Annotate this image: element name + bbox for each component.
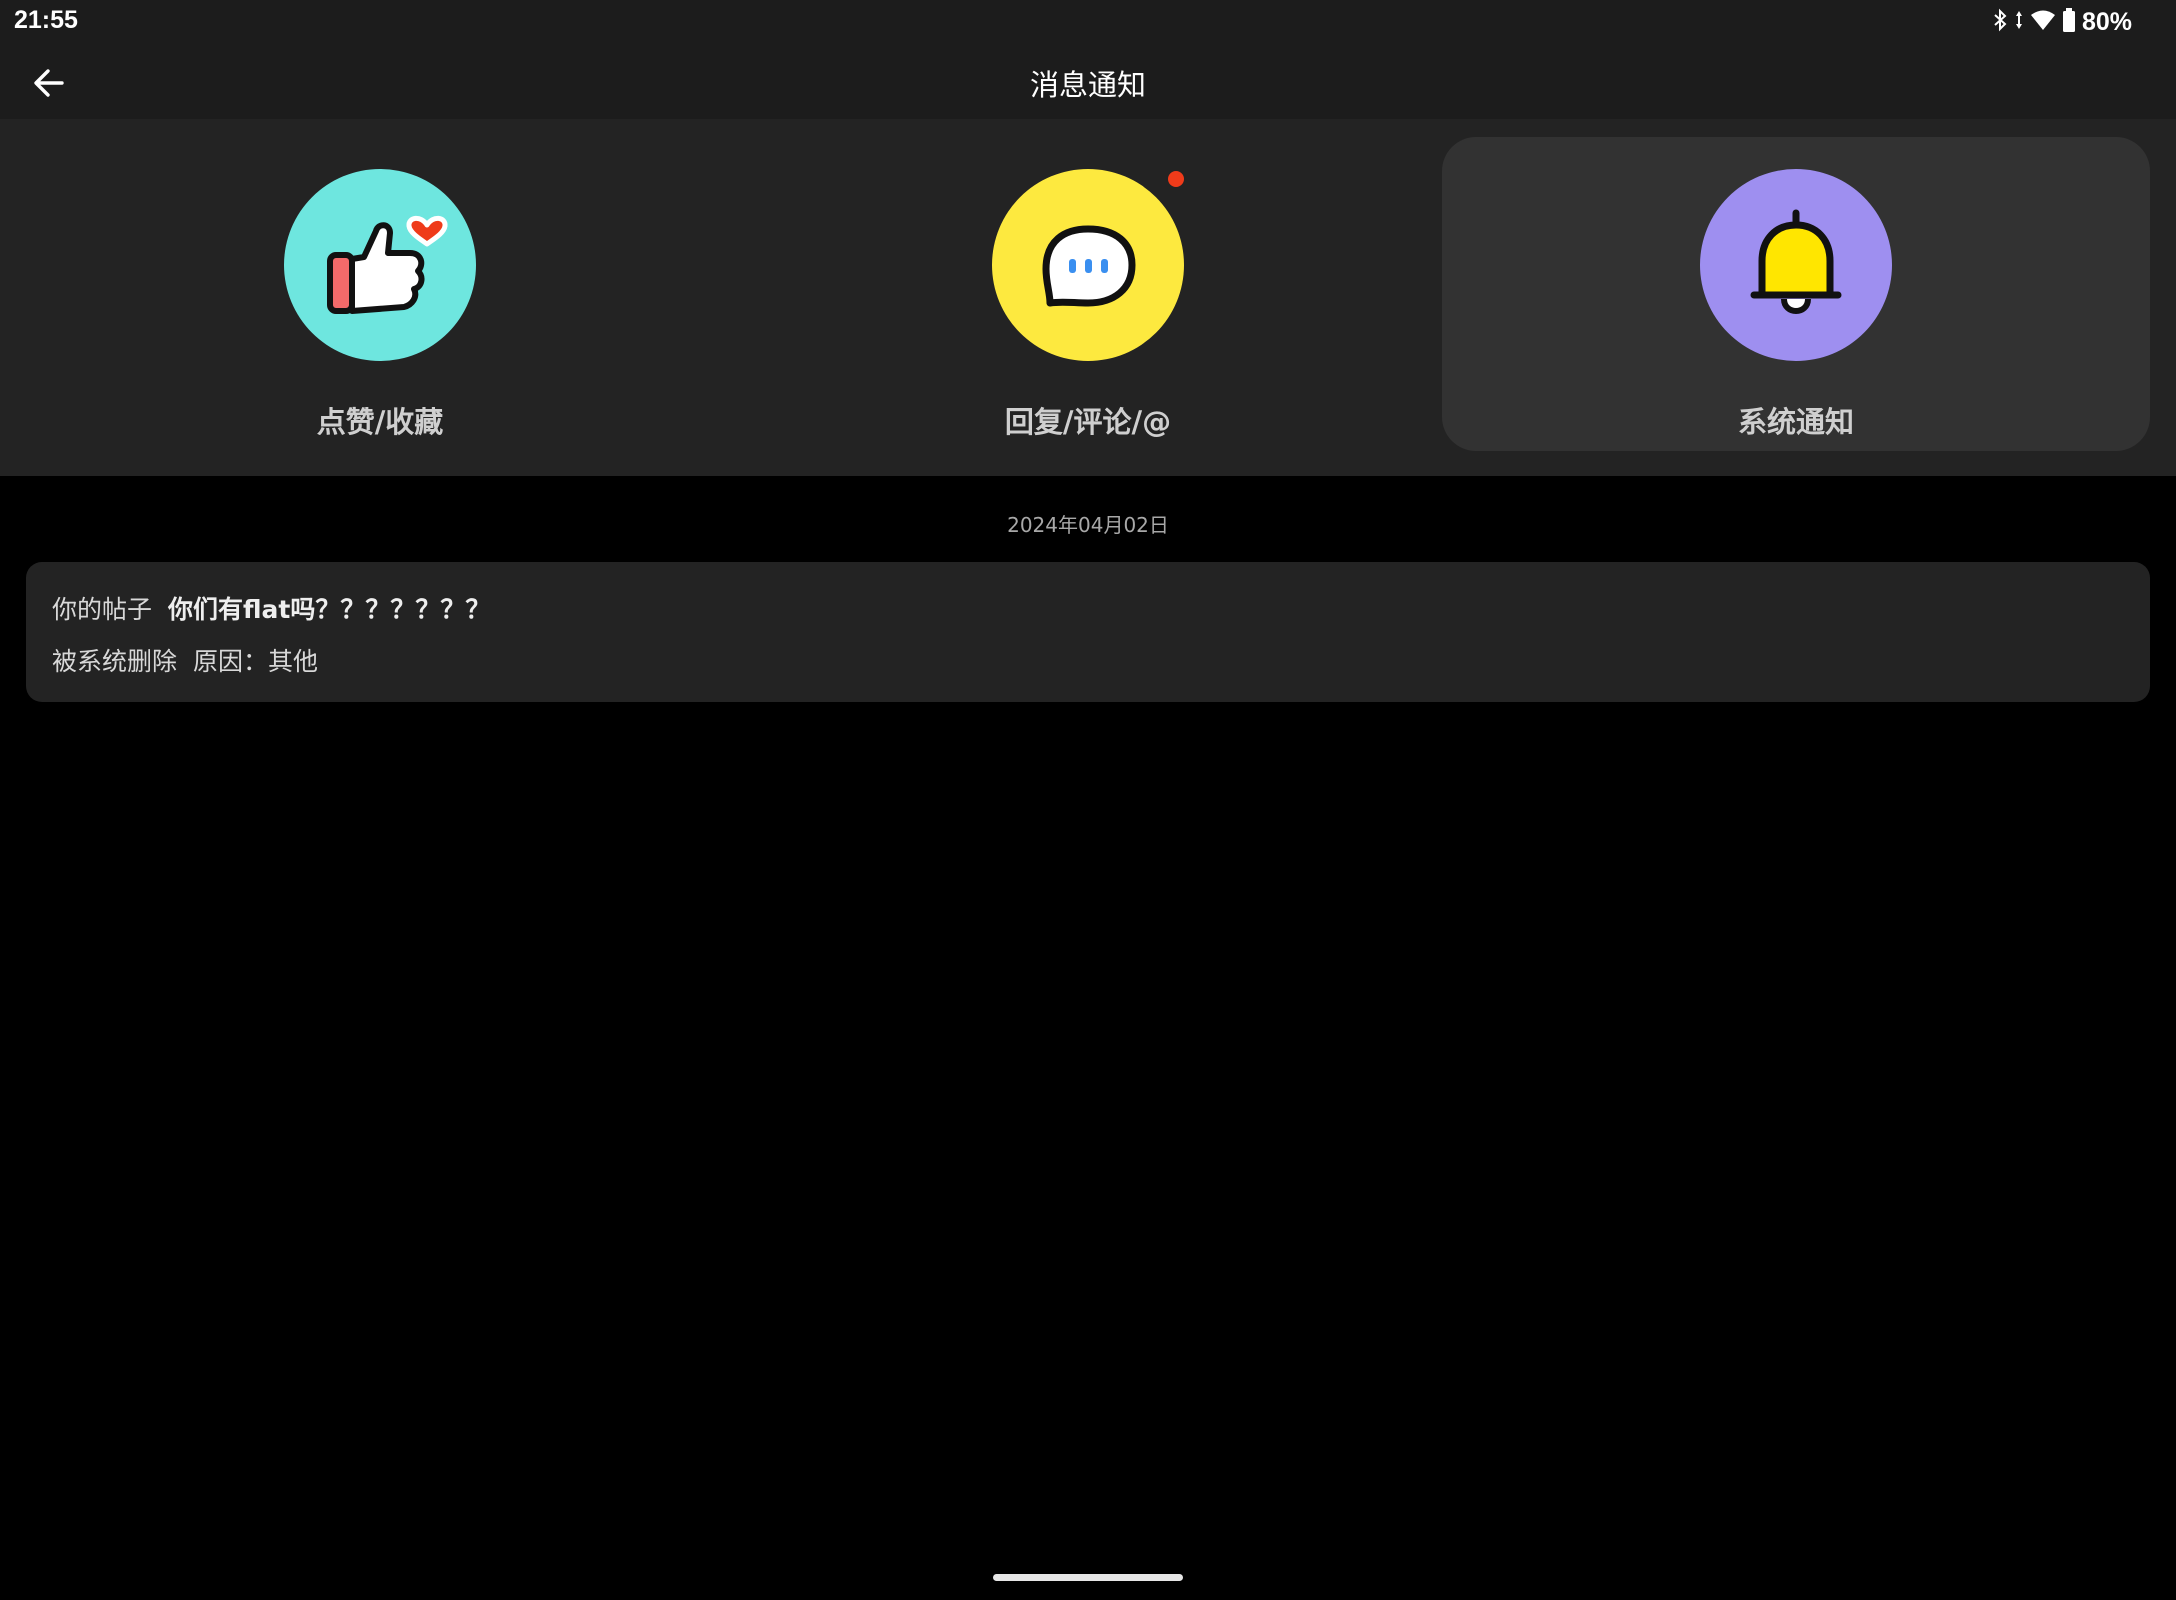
- category-label: 回复/评论/@: [1004, 405, 1172, 439]
- home-indicator[interactable]: [993, 1574, 1183, 1581]
- replies-icon-circle: [992, 169, 1184, 361]
- message-card[interactable]: 你的帖子 你们有flat吗？？？？？？？ 被系统删除 原因：其他: [26, 562, 2150, 702]
- message-action: 被系统删除: [52, 647, 178, 676]
- category-replies-comments[interactable]: 回复/评论/@: [734, 137, 1442, 451]
- category-system-notifications[interactable]: 系统通知: [1442, 137, 2150, 451]
- category-bar: 点赞/收藏 回复/评论/@ 系统通知: [0, 119, 2176, 476]
- status-time: 21:55: [14, 6, 78, 34]
- battery-percent: 80%: [2081, 7, 2132, 36]
- thumbs-up-heart-icon: [327, 215, 448, 314]
- message-prefix: 你的帖子: [52, 595, 153, 624]
- category-likes-favorites[interactable]: 点赞/收藏: [26, 137, 734, 451]
- page-title: 消息通知: [1029, 68, 1146, 102]
- status-bar: 21:55 80%: [0, 0, 2176, 44]
- speech-bubble-icon: [1042, 225, 1136, 307]
- system-icon-circle: [1700, 169, 1892, 361]
- app-bar: 消息通知: [0, 44, 2176, 119]
- data-arrows-icon: [2014, 8, 2024, 36]
- unread-badge: [1168, 171, 1184, 187]
- screen: 21:55 80% 消息通知 点赞/收藏 回复/评论/@ 系统通知 2024年0…: [0, 0, 2176, 1600]
- message-reason: 原因：其他: [193, 647, 319, 676]
- post-title-link[interactable]: 你们有flat吗？？？？？？？: [168, 595, 490, 624]
- bluetooth-icon: [1992, 8, 2008, 36]
- category-label: 系统通知: [1737, 405, 1854, 439]
- bell-icon: [1750, 209, 1842, 314]
- message-line-2: 被系统删除 原因：其他: [52, 642, 318, 678]
- message-line-1: 你的帖子 你们有flat吗？？？？？？？: [52, 590, 490, 626]
- status-icons: 80%: [1992, 6, 2132, 38]
- battery-icon: [2062, 7, 2076, 37]
- category-label: 点赞/收藏: [316, 405, 444, 439]
- date-label: 2024年04月02日: [1007, 513, 1169, 537]
- wifi-icon: [2030, 8, 2056, 36]
- likes-icon-circle: [284, 169, 476, 361]
